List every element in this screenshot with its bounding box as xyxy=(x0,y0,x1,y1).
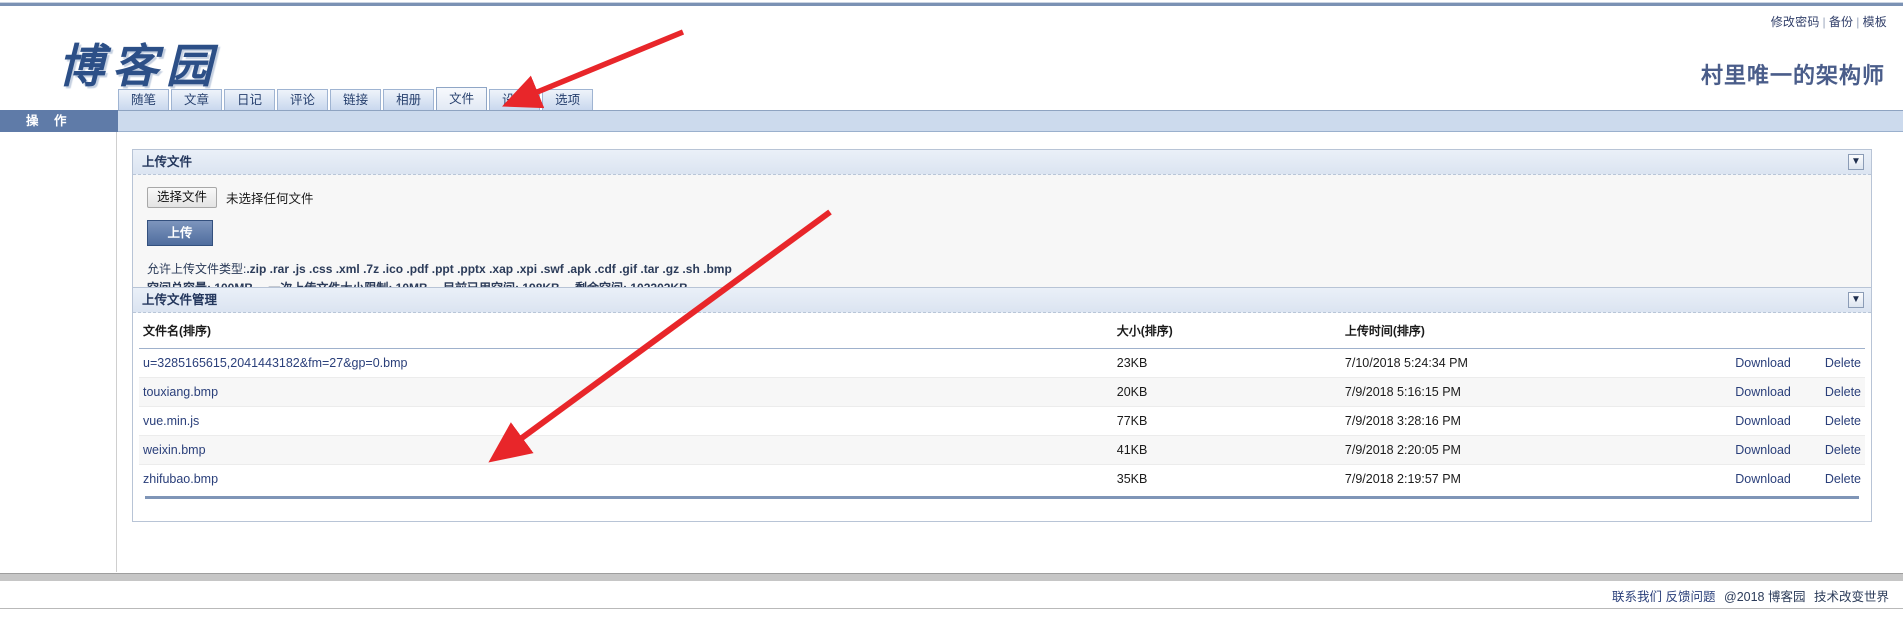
upload-panel-header: 上传文件 ▼ xyxy=(133,150,1871,175)
table-row: zhifubao.bmp 35KB 7/9/2018 2:19:57 PM Do… xyxy=(139,465,1865,494)
file-size-cell: 35KB xyxy=(1116,472,1148,486)
selected-file-label: 未选择任何文件 xyxy=(226,192,314,206)
file-time-cell: 7/10/2018 5:24:34 PM xyxy=(1340,348,1654,378)
file-name-link[interactable]: touxiang.bmp xyxy=(143,385,218,399)
tab-pinglun[interactable]: 评论 xyxy=(277,89,329,110)
tab-wenjian[interactable]: 文件 xyxy=(436,87,488,110)
download-link[interactable]: Download xyxy=(1735,443,1791,457)
page-bottom-gray-bar xyxy=(0,573,1903,581)
table-row: touxiang.bmp 20KB 7/9/2018 5:16:15 PM Do… xyxy=(139,377,1865,407)
change-password-link[interactable]: 修改密码 xyxy=(1771,15,1820,29)
column-header-size[interactable]: 大小(排序) xyxy=(1112,313,1341,349)
file-actions-cell: Download Delete xyxy=(1653,377,1865,407)
file-actions-cell: Download Delete xyxy=(1654,465,1865,494)
file-table-head: 文件名(排序) 大小(排序) 上传时间(排序) xyxy=(139,313,1865,349)
column-header-uploadtime[interactable]: 上传时间(排序) xyxy=(1340,313,1654,349)
page-root: 修改密码 | 备份 | 模板 博客园 村里唯一的架构师 随笔 文章 日记 评论 链接 相… xyxy=(0,0,1903,641)
file-size-cell: 77KB xyxy=(1112,406,1341,436)
download-link[interactable]: Download xyxy=(1735,472,1791,486)
column-header-actions xyxy=(1653,313,1865,349)
upload-panel-title: 上传文件 xyxy=(142,155,193,169)
delete-link[interactable]: Delete xyxy=(1825,414,1861,428)
file-name-cell: u=3285165615,2041443182&fm=27&gp=0.bmp xyxy=(139,348,1113,378)
tab-suibi[interactable]: 随笔 xyxy=(118,89,170,110)
contact-us-link[interactable]: 联系我们 xyxy=(1612,590,1662,604)
table-header-row: 文件名(排序) 大小(排序) 上传时间(排序) xyxy=(139,313,1865,349)
file-actions-cell: Download Delete xyxy=(1653,406,1865,436)
file-table-body: u=3285165615,2041443182&fm=27&gp=0.bmp 2… xyxy=(139,348,1865,494)
template-link[interactable]: 模板 xyxy=(1863,15,1887,29)
manage-files-panel: 上传文件管理 ▼ 文件名(排序) 大小(排序) 上传时间(排序) u=32851… xyxy=(132,287,1872,522)
chevron-double-down-icon[interactable]: ▼ xyxy=(1848,154,1864,170)
manage-panel-header: 上传文件管理 ▼ xyxy=(133,288,1871,313)
allowed-types-label: 允许上传文件类型: xyxy=(147,262,247,276)
file-table-wrapper: 文件名(排序) 大小(排序) 上传时间(排序) u=3285165615,204… xyxy=(133,313,1871,521)
link-separator-2: | xyxy=(1856,15,1860,29)
file-size-cell: 41KB xyxy=(1112,435,1341,465)
table-row: u=3285165615,2041443182&fm=27&gp=0.bmp 2… xyxy=(139,348,1865,378)
delete-link[interactable]: Delete xyxy=(1825,356,1861,370)
file-time-cell: 7/9/2018 3:28:16 PM xyxy=(1340,406,1654,436)
file-name-cell: zhifubao.bmp xyxy=(139,465,1113,494)
column-header-filename[interactable]: 文件名(排序) xyxy=(139,313,1113,349)
footer-links: 联系我们 反馈问题 @2018 博客园 技术改变世界 xyxy=(1612,586,1889,605)
manage-panel-title: 上传文件管理 xyxy=(142,293,218,307)
file-name-link[interactable]: weixin.bmp xyxy=(143,443,206,457)
blog-title: 村里唯一的架构师 xyxy=(1700,63,1885,88)
delete-link[interactable]: Delete xyxy=(1825,443,1861,457)
tab-banner-bar xyxy=(0,110,1903,132)
sidebar-panel xyxy=(0,132,117,572)
file-size-cell: 23KB xyxy=(1112,348,1341,378)
site-footer: 联系我们 反馈问题 @2018 博客园 技术改变世界 xyxy=(0,581,1903,609)
copyright-text: @2018 博客园 xyxy=(1724,590,1806,604)
account-links: 修改密码 | 备份 | 模板 xyxy=(1771,13,1887,30)
tab-riji[interactable]: 日记 xyxy=(224,89,276,110)
link-separator-1: | xyxy=(1822,15,1826,29)
file-name-cell: vue.min.js xyxy=(139,406,1113,436)
sidebar-header: 操 作 xyxy=(0,110,118,132)
table-row: weixin.bmp 41KB 7/9/2018 2:20:05 PM Down… xyxy=(139,435,1865,465)
allowed-types-value: .zip .rar .js .css .xml .7z .ico .pdf .p… xyxy=(246,262,732,276)
uploaded-files-table: 文件名(排序) 大小(排序) 上传时间(排序) u=3285165615,204… xyxy=(139,313,1865,493)
file-time-cell: 7/9/2018 2:19:57 PM xyxy=(1344,472,1461,486)
allowed-types-line: 允许上传文件类型:.zip .rar .js .css .xml .7z .ic… xyxy=(147,260,1857,279)
table-footer-space xyxy=(139,499,1865,521)
main-tab-bar: 随笔 文章 日记 评论 链接 相册 文件 设置 选项 xyxy=(118,87,595,110)
file-name-link[interactable]: u=3285165615,2041443182&fm=27&gp=0.bmp xyxy=(143,356,407,370)
file-time-cell: 7/9/2018 2:20:05 PM xyxy=(1340,435,1654,465)
delete-link[interactable]: Delete xyxy=(1825,472,1861,486)
file-name-link[interactable]: vue.min.js xyxy=(143,414,199,428)
upload-button-row: 上传 xyxy=(147,220,1857,246)
table-row: vue.min.js 77KB 7/9/2018 3:28:16 PM Down… xyxy=(139,406,1865,436)
file-name-cell: touxiang.bmp xyxy=(139,377,1113,407)
choose-file-button[interactable]: 选择文件 xyxy=(147,187,218,208)
download-link[interactable]: Download xyxy=(1735,414,1791,428)
main-content: 上传文件 ▼ 选择文件 未选择任何文件 上传 允许上传文件类型:.zip .ra… xyxy=(118,132,1903,572)
page-bottom-padding xyxy=(0,609,1903,641)
tab-shezhi[interactable]: 设置 xyxy=(489,89,541,110)
backup-link[interactable]: 备份 xyxy=(1829,15,1853,29)
file-time-cell: 7/9/2018 5:16:15 PM xyxy=(1340,377,1654,407)
upload-file-panel: 上传文件 ▼ 选择文件 未选择任何文件 上传 允许上传文件类型:.zip .ra… xyxy=(132,149,1872,309)
tab-wenzhang[interactable]: 文章 xyxy=(171,89,223,110)
delete-link[interactable]: Delete xyxy=(1825,385,1861,399)
tab-lianjie[interactable]: 链接 xyxy=(330,89,382,110)
file-size-cell: 20KB xyxy=(1112,377,1341,407)
download-link[interactable]: Download xyxy=(1735,385,1791,399)
file-input-row: 选择文件 未选择任何文件 xyxy=(147,187,1857,208)
file-actions-cell: Download Delete xyxy=(1653,348,1865,378)
slogan-text: 技术改变世界 xyxy=(1813,590,1889,604)
file-name-link[interactable]: zhifubao.bmp xyxy=(143,472,218,486)
file-name-cell: weixin.bmp xyxy=(139,435,1113,465)
chevron-double-down-icon[interactable]: ▼ xyxy=(1848,292,1864,308)
tab-xuanxiang[interactable]: 选项 xyxy=(542,89,594,110)
feedback-link[interactable]: 反馈问题 xyxy=(1666,590,1716,604)
file-actions-cell: Download Delete xyxy=(1653,435,1865,465)
download-link[interactable]: Download xyxy=(1735,356,1791,370)
upload-button[interactable]: 上传 xyxy=(147,220,213,246)
tab-xiangce[interactable]: 相册 xyxy=(383,89,435,110)
